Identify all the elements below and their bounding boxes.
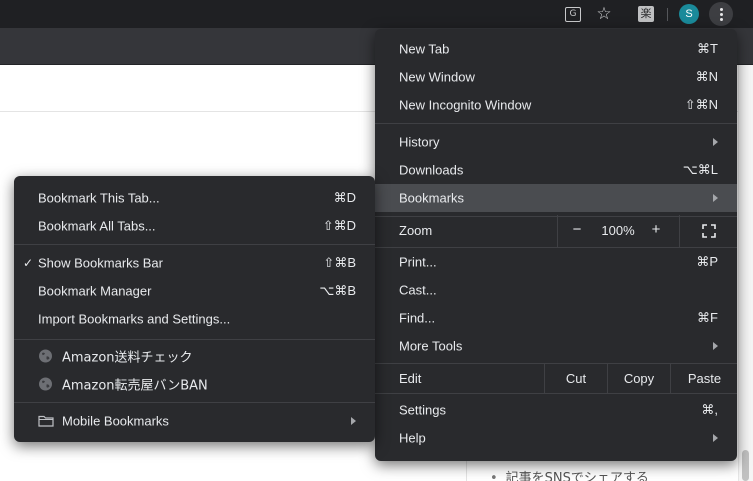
menu-item-mobile-bookmarks[interactable]: Mobile Bookmarks — [14, 407, 375, 435]
translate-icon[interactable]: G — [563, 4, 583, 24]
zoom-controls: − 100% + — [557, 215, 738, 247]
fullscreen-button[interactable] — [679, 215, 739, 247]
menu-item-new-tab[interactable]: New Tab ⌘T — [375, 35, 737, 63]
menu-item-find[interactable]: Find... ⌘F — [375, 304, 737, 332]
menu-separator — [375, 393, 737, 394]
shortcut-text: ⌘, — [701, 402, 718, 417]
shortcut-text: ⇧⌘D — [322, 218, 356, 233]
menu-item-label: New Tab — [399, 41, 450, 57]
menu-item-help[interactable]: Help — [375, 424, 737, 452]
toolbar-divider — [667, 8, 668, 21]
submenu-arrow-icon — [351, 417, 356, 425]
scrollbar-thumb[interactable] — [742, 450, 749, 481]
globe-icon — [39, 349, 52, 363]
globe-icon — [39, 377, 52, 391]
menu-item-label: Print... — [399, 254, 437, 270]
bookmark-item[interactable]: Amazon送料チェック — [14, 342, 375, 370]
menu-item-label: New Window — [399, 69, 475, 85]
shortcut-text: ⌘T — [697, 41, 718, 56]
menu-item-bookmark-this-tab[interactable]: Bookmark This Tab... ⌘D — [14, 184, 375, 212]
shortcut-text: ⇧⌘B — [323, 255, 356, 270]
menu-item-label: New Incognito Window — [399, 97, 532, 113]
shortcut-text: ⌥⌘L — [682, 162, 718, 177]
translate-glyph: G — [565, 6, 581, 22]
page-list-item[interactable]: 記事をSNSでシェアする — [490, 467, 649, 481]
menu-item-label: More Tools — [399, 338, 463, 354]
menu-item-cast[interactable]: Cast... — [375, 276, 737, 304]
menu-item-bookmark-manager[interactable]: Bookmark Manager ⌥⌘B — [14, 277, 375, 305]
menu-item-label: Bookmark Manager — [38, 283, 152, 299]
menu-item-more-tools[interactable]: More Tools — [375, 332, 737, 360]
menu-item-label: Mobile Bookmarks — [62, 413, 169, 429]
cut-button[interactable]: Cut — [544, 363, 607, 393]
kebab-dot-icon — [719, 17, 723, 21]
extension-glyph: 楽 — [638, 6, 654, 22]
menu-item-settings[interactable]: Settings ⌘, — [375, 396, 737, 424]
menu-separator — [14, 402, 375, 403]
bookmark-star-icon[interactable]: ☆ — [594, 4, 614, 24]
menu-item-bookmark-all-tabs[interactable]: Bookmark All Tabs... ⇧⌘D — [14, 212, 375, 240]
menu-item-label: Bookmarks — [399, 190, 465, 206]
menu-item-label: Amazon転売屋バンBAN — [62, 378, 208, 394]
menu-item-bookmarks[interactable]: Bookmarks — [375, 184, 737, 212]
menu-item-label: Bookmark All Tabs... — [38, 218, 156, 234]
menu-item-history[interactable]: History — [375, 128, 737, 156]
shortcut-text: ⌥⌘B — [319, 283, 356, 298]
page-scrollbar[interactable] — [738, 65, 753, 481]
menu-item-label: Bookmark This Tab... — [38, 190, 160, 206]
bookmark-item[interactable]: Amazon転売屋バンBAN — [14, 370, 375, 398]
shortcut-text: ⌘P — [696, 254, 718, 269]
chrome-menu-button[interactable] — [709, 2, 733, 26]
edit-row: Edit Cut Copy Paste — [375, 363, 737, 393]
menu-separator — [375, 123, 737, 124]
zoom-out-button[interactable]: − — [570, 221, 584, 238]
edit-label: Edit — [399, 371, 422, 386]
browser-topbar: G ☆ 楽 S — [0, 0, 753, 28]
submenu-arrow-icon — [713, 194, 718, 202]
shortcut-text: ⇧⌘N — [684, 97, 718, 112]
submenu-arrow-icon — [713, 434, 718, 442]
menu-item-label: History — [399, 134, 440, 150]
menu-item-label: Amazon送料チェック — [62, 350, 193, 366]
menu-item-new-incognito-window[interactable]: New Incognito Window ⇧⌘N — [375, 91, 737, 119]
profile-avatar[interactable]: S — [679, 4, 699, 24]
menu-item-show-bookmarks-bar[interactable]: ✓ Show Bookmarks Bar ⇧⌘B — [14, 249, 375, 277]
menu-item-label: Cast... — [399, 282, 437, 298]
chrome-main-menu: New Tab ⌘T New Window ⌘N New Incognito W… — [375, 29, 737, 461]
zoom-row: Zoom − 100% + — [375, 215, 737, 247]
zoom-in-button[interactable]: + — [649, 221, 663, 238]
submenu-arrow-icon — [713, 342, 718, 350]
menu-item-label: Help — [399, 430, 426, 446]
menu-item-label: Import Bookmarks and Settings... — [38, 311, 231, 327]
shortcut-text: ⌘D — [333, 190, 356, 205]
zoom-level-value: 100% — [601, 223, 635, 238]
menu-item-label: Downloads — [399, 162, 464, 178]
zoom-label: Zoom — [399, 223, 433, 238]
menu-item-downloads[interactable]: Downloads ⌥⌘L — [375, 156, 737, 184]
bookmarks-submenu: Bookmark This Tab... ⌘D Bookmark All Tab… — [14, 176, 375, 442]
menu-item-print[interactable]: Print... ⌘P — [375, 248, 737, 276]
copy-button[interactable]: Copy — [607, 363, 670, 393]
submenu-arrow-icon — [713, 138, 718, 146]
menu-item-label: Show Bookmarks Bar — [38, 255, 163, 271]
extension-icon[interactable]: 楽 — [636, 4, 656, 24]
kebab-dot-icon — [719, 12, 723, 16]
menu-separator — [14, 244, 375, 245]
shortcut-text: ⌘F — [697, 310, 718, 325]
menu-item-label: Settings — [399, 402, 446, 418]
menu-item-import-bookmarks[interactable]: Import Bookmarks and Settings... — [14, 305, 375, 333]
fullscreen-icon — [702, 224, 716, 238]
folder-icon — [38, 415, 54, 427]
checkmark-icon: ✓ — [23, 256, 34, 270]
menu-separator — [14, 339, 375, 340]
menu-item-label: Find... — [399, 310, 436, 326]
menu-item-new-window[interactable]: New Window ⌘N — [375, 63, 737, 91]
paste-button[interactable]: Paste — [670, 363, 738, 393]
kebab-dot-icon — [719, 7, 723, 11]
shortcut-text: ⌘N — [695, 69, 718, 84]
